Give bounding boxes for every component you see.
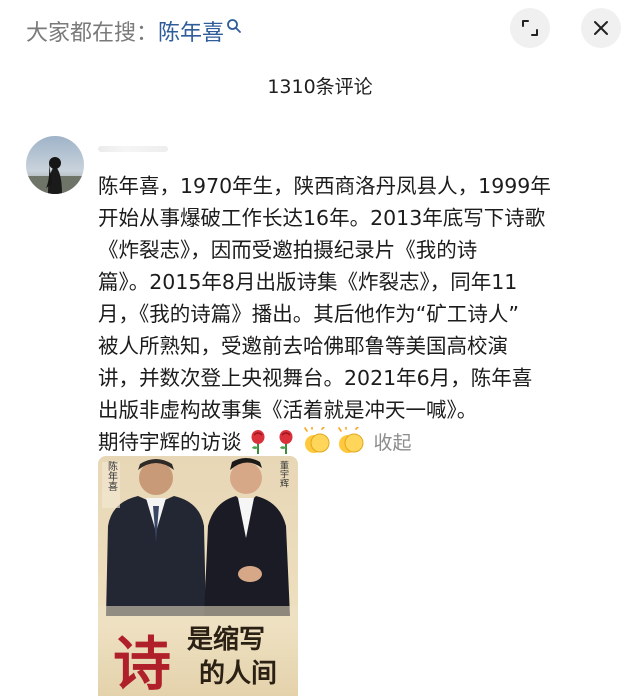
comment-line: 开始从事爆破工作长达16年。2013年底写下诗歌: [98, 206, 546, 230]
poster-title-big: 诗: [113, 630, 171, 696]
close-button[interactable]: [581, 8, 621, 48]
comment-line: 讲，并数次登上央视舞台。2021年6月，陈年喜: [98, 366, 533, 390]
collapse-link[interactable]: 收起: [374, 432, 412, 454]
poster-name-left: 陈年喜: [106, 460, 118, 491]
clapping-hands-icon: [336, 427, 366, 455]
attached-image[interactable]: 陈年喜 董宇辉 诗 是缩写 的人间: [98, 456, 298, 696]
avatar[interactable]: [26, 136, 84, 194]
comment-line: 期待宇辉的访谈: [98, 430, 242, 454]
search-prefix: 大家都在搜：: [26, 21, 159, 46]
comment-line: 陈年喜，1970年生，陕西商洛丹凤县人，1999年: [98, 174, 551, 198]
comment-text: 陈年喜，1970年生，陕西商洛丹凤县人，1999年 开始从事爆破工作长达16年。…: [98, 170, 618, 459]
rose-icon: [274, 429, 298, 455]
clapping-hands-icon: [302, 427, 332, 455]
expand-button[interactable]: [510, 8, 550, 48]
comment-line: 被人所熟知，受邀前去哈佛耶鲁等美国高校演: [98, 334, 508, 358]
comment-count-title: 1310条评论: [267, 76, 373, 98]
username-blurred[interactable]: [98, 146, 168, 152]
comment-line: 月，《我的诗篇》播出。其后他作为“矿工诗人”: [98, 302, 519, 326]
comment-line: 篇》。2015年8月出版诗集《炸裂志》，同年11: [98, 270, 518, 294]
poster-name-right: 董宇辉: [278, 459, 289, 488]
close-icon: [594, 21, 608, 35]
poster-title-small-1: 是缩写: [187, 624, 265, 655]
comment-last-line: 期待宇辉的访谈 收起: [98, 426, 618, 459]
rose-icon: [246, 429, 270, 455]
expand-icon: [522, 20, 538, 36]
poster-title-small-2: 的人间: [199, 658, 277, 689]
comment-line: 《炸裂志》，因而受邀拍摄纪录片《我的诗: [98, 238, 478, 262]
search-icon[interactable]: [226, 12, 242, 33]
search-suggestion[interactable]: 大家都在搜：陈年喜: [26, 12, 242, 50]
comment-line: 出版非虚构故事集《活着就是冲天一喊》。: [98, 398, 478, 422]
search-keyword[interactable]: 陈年喜: [158, 21, 224, 46]
